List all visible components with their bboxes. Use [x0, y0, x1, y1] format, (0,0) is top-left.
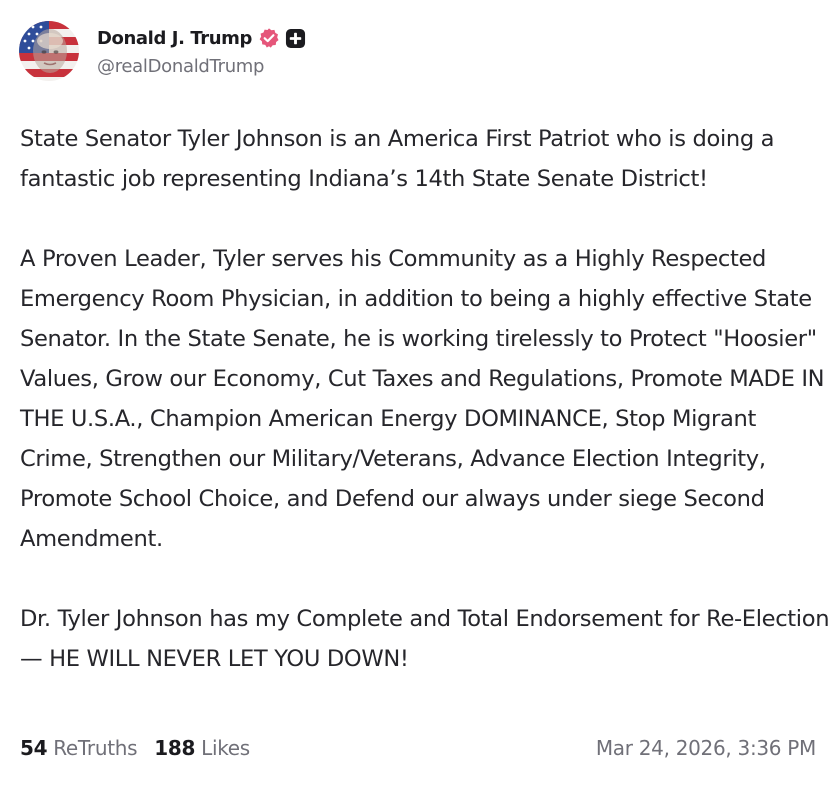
author-name-row: Donald J. Trump — [97, 25, 306, 51]
verified-badge-icon — [259, 28, 279, 48]
avatar[interactable] — [19, 21, 79, 81]
plus-badge-icon — [285, 28, 306, 48]
post-card: Donald J. Trump @realDonaldTrump State S… — [0, 0, 840, 796]
author-handle[interactable]: @realDonaldTrump — [97, 56, 306, 77]
post-paragraph: State Senator Tyler Johnson is an Americ… — [20, 126, 775, 192]
likes-count: 188 — [154, 736, 196, 760]
post-body: State Senator Tyler Johnson is an Americ… — [20, 119, 830, 679]
post-paragraph: Dr. Tyler Johnson has my Complete and To… — [20, 606, 830, 672]
post-header: Donald J. Trump @realDonaldTrump — [19, 19, 306, 83]
retruths-label: ReTruths — [53, 736, 138, 760]
likes-stat[interactable]: 188 Likes — [154, 736, 250, 760]
post-timestamp[interactable]: Mar 24, 2026, 3:36 PM — [596, 731, 816, 765]
author-identity: Donald J. Trump @realDonaldTrump — [97, 25, 306, 77]
post-stats: 54 ReTruths 188 Likes — [20, 731, 250, 765]
likes-label: Likes — [201, 736, 250, 760]
author-display-name[interactable]: Donald J. Trump — [97, 28, 252, 49]
retruths-count: 54 — [20, 736, 48, 760]
retruths-stat[interactable]: 54 ReTruths — [20, 736, 138, 760]
post-paragraph: A Proven Leader, Tyler serves his Commun… — [20, 246, 825, 552]
avatar-flag-portrait-icon — [19, 21, 79, 81]
